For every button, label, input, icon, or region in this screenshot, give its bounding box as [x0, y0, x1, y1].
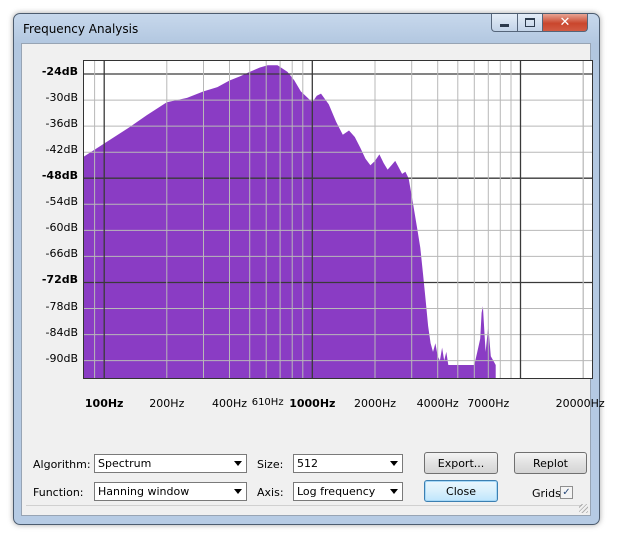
chevron-down-icon — [234, 461, 242, 466]
maximize-icon — [525, 18, 535, 27]
x-tick-label: 200Hz — [149, 397, 185, 410]
window-title: Frequency Analysis — [23, 22, 139, 36]
algorithm-label: Algorithm: — [33, 458, 91, 471]
size-value: 512 — [297, 457, 318, 470]
y-tick-label: -78dB — [45, 299, 79, 313]
y-tick-label: -66dB — [45, 247, 79, 261]
chevron-down-icon — [390, 461, 398, 466]
checkmark-icon: ✓ — [562, 487, 571, 498]
export-button[interactable]: Export... — [424, 452, 498, 474]
axis-select[interactable]: Log frequency — [293, 482, 403, 501]
y-tick-label: -60dB — [45, 221, 79, 235]
x-tick-label: 400Hz — [211, 397, 248, 410]
y-tick-label: -36dB — [45, 117, 79, 131]
status-bar — [26, 505, 582, 514]
chevron-down-icon — [390, 489, 398, 494]
x-tick-label: 1000Hz — [289, 397, 336, 410]
x-tick-label: 20000Hz — [555, 397, 605, 410]
y-tick-label: -90dB — [45, 351, 79, 365]
x-tick-label: 7000Hz — [467, 397, 510, 410]
function-select[interactable]: Hanning window — [94, 482, 247, 501]
maximize-button[interactable] — [517, 14, 543, 32]
spectrum-svg — [84, 61, 592, 378]
y-axis-labels: -24dB -30dB -36dB -42dB -48dB -54dB -60dB -66dB… — [22, 44, 78, 404]
axis-label: Axis: — [257, 486, 284, 499]
y-tick-label: -30dB — [45, 91, 79, 105]
spectrum-plot[interactable] — [83, 60, 593, 379]
size-select[interactable]: 512 — [293, 454, 403, 473]
chevron-down-icon — [234, 489, 242, 494]
algorithm-value: Spectrum — [98, 457, 152, 470]
x-tick-label: 4000Hz — [416, 397, 459, 410]
minimize-button[interactable] — [491, 14, 518, 32]
window-close-button[interactable]: ✕ — [542, 14, 588, 32]
grids-checkbox[interactable]: ✓ — [560, 486, 573, 499]
resize-grip-icon[interactable] — [579, 504, 588, 513]
y-tick-label: -54dB — [45, 195, 79, 209]
y-tick-label: -48dB — [41, 169, 78, 183]
y-tick-label: -84dB — [45, 325, 79, 339]
y-tick-label: -24dB — [41, 65, 78, 79]
function-value: Hanning window — [98, 485, 190, 498]
replot-button[interactable]: Replot — [514, 452, 587, 474]
grids-label: Grids — [532, 487, 561, 500]
size-label: Size: — [257, 458, 284, 471]
y-tick-label: -72dB — [41, 273, 78, 287]
axis-value: Log frequency — [297, 485, 376, 498]
y-tick-label: -42dB — [45, 143, 79, 157]
x-tick-label: 610Hz — [251, 397, 284, 408]
frequency-analysis-window: Frequency Analysis ✕ -24dB -30dB -36dB -42d… — [13, 13, 605, 525]
x-tick-label: 2000Hz — [353, 397, 397, 410]
function-label: Function: — [33, 486, 84, 499]
algorithm-select[interactable]: Spectrum — [94, 454, 247, 473]
close-button[interactable]: Close — [424, 480, 498, 502]
dialog-client-area: -24dB -30dB -36dB -42dB -48dB -54dB -60dB -66dB… — [21, 43, 605, 516]
spectrum-area — [84, 65, 496, 378]
minimize-icon — [500, 24, 509, 27]
x-tick-label: 100Hz — [84, 397, 124, 410]
close-icon: ✕ — [559, 15, 571, 30]
